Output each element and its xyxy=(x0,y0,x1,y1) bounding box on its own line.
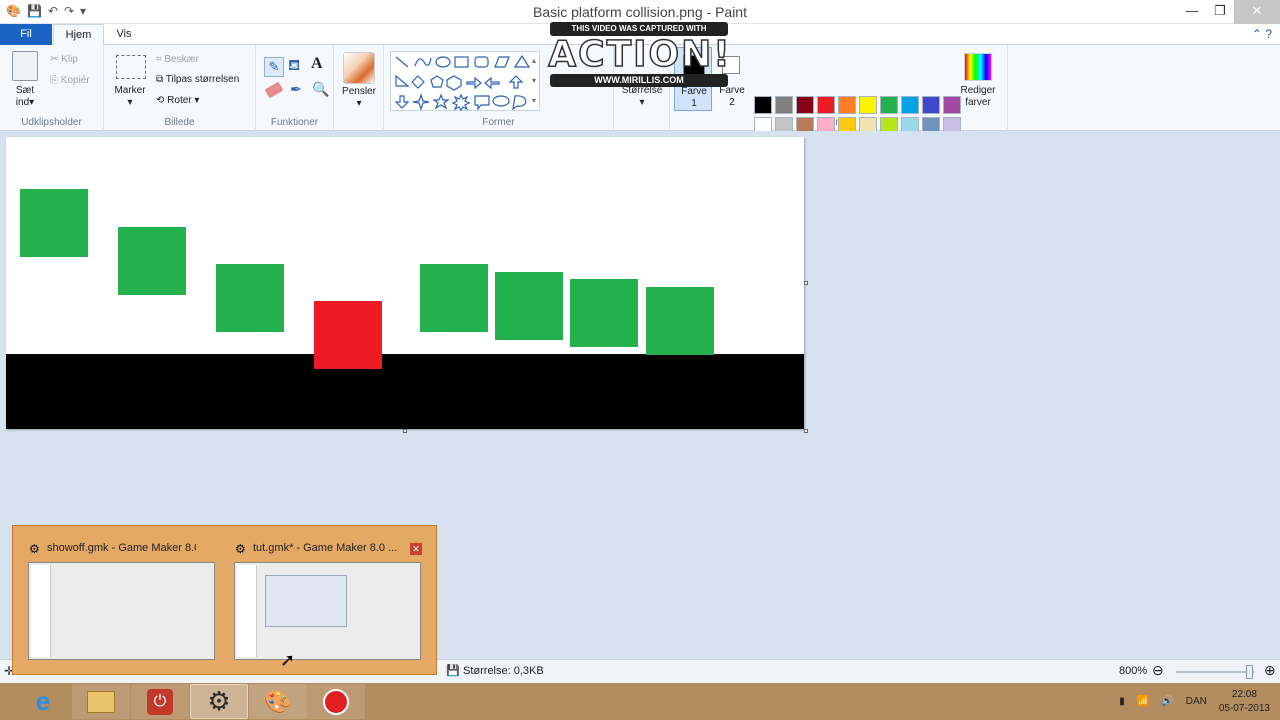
color-swatch[interactable] xyxy=(796,96,814,114)
file-size-icon: 💾 xyxy=(446,665,460,677)
shapes-gallery[interactable] xyxy=(390,51,540,112)
canvas-image xyxy=(6,189,804,429)
taskbar-thumbnail-popup: ⚙ showoff.gmk - Game Maker 8.0 ... ⚙ tut… xyxy=(12,525,437,675)
help-icon[interactable]: ? xyxy=(1265,27,1272,41)
rotate-button[interactable]: ⟲ Roter ▾ xyxy=(156,95,199,106)
close-button[interactable]: ✕ xyxy=(1234,0,1280,24)
fill-icon[interactable]: ⛾ xyxy=(288,57,300,76)
color-swatch[interactable] xyxy=(775,96,793,114)
shapes-scroll[interactable]: ▴ ▾ ▾ xyxy=(528,51,540,111)
green-block xyxy=(420,264,488,332)
game-maker-icon: ⚙ xyxy=(29,542,40,556)
tools-group: ✎ ⛾ A ✒ 🔍 Funktioner xyxy=(256,45,334,131)
thumbnail-title: tut.gmk* - Game Maker 8.0 ... xyxy=(253,542,398,554)
select-icon[interactable] xyxy=(116,55,146,79)
green-block xyxy=(646,287,714,355)
zoom-in-button[interactable]: ⊕ xyxy=(1264,662,1276,679)
pencil-icon[interactable]: ✎ xyxy=(264,57,284,77)
thumbnail-tut[interactable]: ⚙ tut.gmk* - Game Maker 8.0 ... ✕ xyxy=(231,538,422,663)
color-swatch[interactable] xyxy=(901,96,919,114)
resize-button[interactable]: ⧉ Tilpas størrelsen xyxy=(156,74,239,85)
volume-icon[interactable]: 🔊 xyxy=(1161,696,1173,707)
taskbar: e ⏻ ⚙ 🎨 ▮ 📶 🔊 DAN 22:08 05-07-2013 xyxy=(0,683,1280,720)
collapse-ribbon-icon[interactable]: ⌃ xyxy=(1252,27,1262,41)
tab-home[interactable]: Hjem xyxy=(53,24,104,45)
resize-handle-bottom[interactable] xyxy=(403,429,407,433)
ground-platform xyxy=(6,354,804,429)
tools-group-label: Funktioner xyxy=(270,117,319,128)
system-tray: ▮ 📶 🔊 DAN 22:08 05-07-2013 xyxy=(1119,683,1280,720)
battery-icon[interactable]: ▮ xyxy=(1119,696,1125,707)
image-group-label: Billede xyxy=(164,117,195,128)
green-block xyxy=(20,189,88,257)
thumbnail-preview xyxy=(234,562,421,660)
brush-icon[interactable] xyxy=(343,52,375,84)
network-icon[interactable]: 📶 xyxy=(1137,696,1149,707)
drawing-canvas[interactable] xyxy=(6,137,804,429)
shapes-icons xyxy=(394,54,531,112)
color-picker-icon[interactable]: ✒ xyxy=(290,81,302,98)
watermark-logo: ACTION! xyxy=(548,34,732,75)
recorder-watermark: THIS VIDEO WAS CAPTURED WITH ACTION! WWW… xyxy=(548,22,732,88)
magnifier-icon[interactable]: 🔍 xyxy=(312,81,329,98)
brushes-button[interactable]: Pensler ▾ xyxy=(334,86,384,110)
zoom-out-button[interactable]: ⊖ xyxy=(1152,662,1164,679)
color-swatch[interactable] xyxy=(922,96,940,114)
crop-button[interactable]: ⌗ Beskær xyxy=(156,54,199,65)
color-swatch[interactable] xyxy=(880,96,898,114)
window-title: Basic platform collision.png - Paint xyxy=(533,4,747,20)
color-swatch[interactable] xyxy=(943,96,961,114)
cut-button[interactable]: ✂ Klip xyxy=(50,54,78,65)
file-size-text: Størrelse: 0,3KB xyxy=(463,665,544,677)
zoom-slider[interactable] xyxy=(1176,665,1254,679)
internet-explorer-icon[interactable]: e xyxy=(14,684,72,719)
green-block xyxy=(118,227,186,295)
brushes-group: Pensler ▾ xyxy=(334,45,384,131)
thumbnail-title: showoff.gmk - Game Maker 8.0 ... xyxy=(47,542,196,554)
title-bar: 🎨 💾 ↶ ↷ ▾ Basic platform collision.png -… xyxy=(0,0,1280,24)
red-block xyxy=(314,301,382,369)
mouse-cursor-icon: ➚ xyxy=(280,650,296,670)
green-block xyxy=(570,279,638,347)
eraser-icon[interactable] xyxy=(264,81,284,99)
green-block xyxy=(216,264,284,332)
paste-icon[interactable] xyxy=(12,51,38,81)
resize-handle-right[interactable] xyxy=(804,281,808,285)
green-block xyxy=(495,272,563,340)
color-swatch[interactable] xyxy=(817,96,835,114)
color-swatch[interactable] xyxy=(754,96,772,114)
game-maker-icon: ⚙ xyxy=(235,542,246,556)
select-button[interactable]: Marker ▾ xyxy=(110,85,150,109)
tab-file[interactable]: Fil xyxy=(0,24,52,45)
language-indicator[interactable]: DAN xyxy=(1186,696,1207,707)
clipboard-group: Sæt ind▾ ✂ Klip ⎘ Kopiér Udklipsholder xyxy=(0,45,104,131)
paint-taskbar-icon[interactable]: 🎨 xyxy=(249,684,307,719)
thumbnail-close-icon[interactable]: ✕ xyxy=(410,543,422,555)
tab-view[interactable]: Vis xyxy=(104,24,144,45)
clock[interactable]: 22:08 05-07-2013 xyxy=(1219,688,1270,716)
paste-button[interactable]: Sæt ind▾ xyxy=(8,85,42,109)
thumbnail-showoff[interactable]: ⚙ showoff.gmk - Game Maker 8.0 ... xyxy=(25,538,216,663)
resize-handle-corner[interactable] xyxy=(804,429,808,433)
color-swatch[interactable] xyxy=(859,96,877,114)
restore-button[interactable]: ❐ xyxy=(1206,0,1234,24)
shutdown-app-icon[interactable]: ⏻ xyxy=(131,684,189,719)
text-icon[interactable]: A xyxy=(311,55,323,73)
watermark-url: WWW.MIRILLIS.COM xyxy=(550,74,728,87)
minimize-button[interactable]: — xyxy=(1178,0,1206,24)
color-swatch[interactable] xyxy=(838,96,856,114)
file-explorer-icon[interactable] xyxy=(72,684,130,719)
thumbnail-preview xyxy=(28,562,215,660)
recorder-taskbar-icon[interactable] xyxy=(307,684,365,719)
clipboard-group-label: Udklipsholder xyxy=(21,117,82,128)
edit-colors-icon[interactable] xyxy=(964,53,992,81)
copy-button[interactable]: ⎘ Kopiér xyxy=(50,75,90,86)
size-button[interactable]: Størrelse ▾ xyxy=(614,85,670,109)
game-maker-taskbar-icon[interactable]: ⚙ xyxy=(190,684,248,719)
zoom-level: 800% xyxy=(1119,665,1148,677)
zoom-slider-thumb[interactable] xyxy=(1246,665,1253,679)
image-group: Marker ▾ ⌗ Beskær ⧉ Tilpas størrelsen ⟲ R… xyxy=(104,45,256,131)
shapes-group-label: Former xyxy=(482,117,515,128)
